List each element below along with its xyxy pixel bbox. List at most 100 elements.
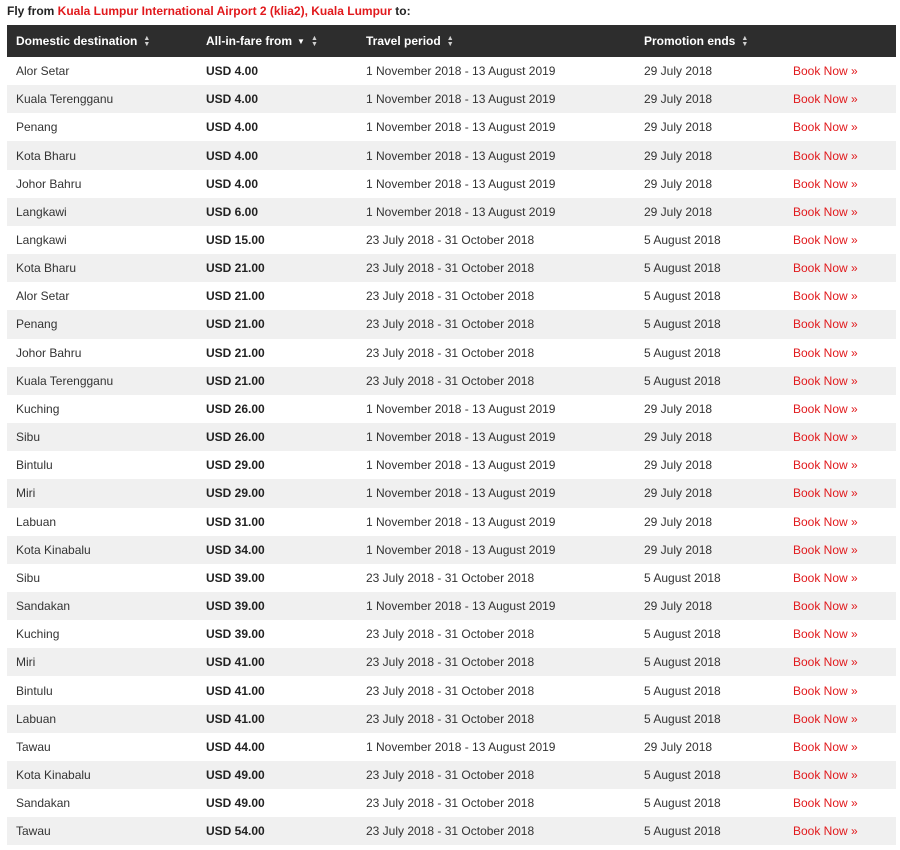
book-now-cell: Book Now » — [784, 676, 896, 704]
promotion-ends-cell: 29 July 2018 — [644, 486, 713, 501]
book-now-link[interactable]: Book Now » — [793, 796, 858, 810]
destination-cell: Sandakan — [16, 796, 71, 811]
book-now-link[interactable]: Book Now » — [793, 627, 858, 641]
book-now-link[interactable]: Book Now » — [793, 374, 858, 388]
heading-suffix: to: — [391, 4, 411, 18]
table-row: Alor Setar USD 21.00 23 July 2018 - 31 Oct… — [7, 282, 896, 311]
destination-cell: Johor Bahru — [16, 345, 82, 360]
book-now-cell: Book Now » — [784, 536, 896, 564]
fare-cell: USD 41.00 — [206, 655, 265, 670]
table-row: Kota Bharu USD 4.00 1 November 2018 - 13 A… — [7, 141, 896, 170]
book-now-link[interactable]: Book Now » — [793, 712, 858, 726]
fare-cell: USD 15.00 — [206, 233, 265, 248]
book-now-link[interactable]: Book Now » — [793, 205, 858, 219]
table-row: Penang USD 21.00 23 July 2018 - 31 October… — [7, 310, 896, 339]
book-now-cell: Book Now » — [784, 339, 896, 367]
heading-prefix: Fly from — [7, 4, 58, 18]
fare-cell: USD 6.00 — [206, 204, 259, 219]
fares-table: Domestic destination ▲ ▼ All-in-fare from ▼… — [7, 25, 896, 846]
book-now-cell: Book Now » — [784, 113, 896, 141]
destination-cell: Johor Bahru — [16, 176, 82, 191]
fare-cell: USD 21.00 — [206, 345, 265, 360]
book-now-cell: Book Now » — [784, 170, 896, 198]
promotion-ends-cell: 5 August 2018 — [644, 767, 721, 782]
book-now-cell: Book Now » — [784, 789, 896, 817]
book-now-link[interactable]: Book Now » — [793, 289, 858, 303]
promotion-ends-cell: 5 August 2018 — [644, 570, 721, 585]
book-now-cell: Book Now » — [784, 564, 896, 592]
table-row: Kuala Terengganu USD 4.00 1 November 2018 … — [7, 85, 896, 114]
book-now-link[interactable]: Book Now » — [793, 177, 858, 191]
destination-cell: Kuching — [16, 401, 60, 416]
origin-airport-link[interactable]: Kuala Lumpur International Airport 2 (kl… — [58, 4, 392, 18]
promotion-ends-cell: 5 August 2018 — [644, 373, 721, 388]
column-header-fare[interactable]: All-in-fare from ▼ ▲ ▼ — [197, 25, 357, 57]
book-now-link[interactable]: Book Now » — [793, 346, 858, 360]
promotion-ends-cell: 29 July 2018 — [644, 514, 713, 529]
book-now-link[interactable]: Book Now » — [793, 430, 858, 444]
travel-period-cell: 23 July 2018 - 31 October 2018 — [366, 345, 535, 360]
book-now-link[interactable]: Book Now » — [793, 655, 858, 669]
column-header-travel-period[interactable]: Travel period ▲ ▼ — [357, 25, 635, 57]
column-header-destination[interactable]: Domestic destination ▲ ▼ — [7, 25, 197, 57]
table-row: Sibu USD 39.00 23 July 2018 - 31 October 2… — [7, 563, 896, 592]
book-now-link[interactable]: Book Now » — [793, 740, 858, 754]
table-row: Johor Bahru USD 21.00 23 July 2018 - 31 Oc… — [7, 338, 896, 367]
fare-cell: USD 39.00 — [206, 627, 265, 642]
book-now-link[interactable]: Book Now » — [793, 515, 858, 529]
fare-cell: USD 39.00 — [206, 599, 265, 614]
book-now-link[interactable]: Book Now » — [793, 824, 858, 838]
fare-cell: USD 21.00 — [206, 317, 265, 332]
book-now-link[interactable]: Book Now » — [793, 684, 858, 698]
book-now-link[interactable]: Book Now » — [793, 92, 858, 106]
table-header-row: Domestic destination ▲ ▼ All-in-fare from ▼… — [7, 25, 896, 57]
book-now-link[interactable]: Book Now » — [793, 543, 858, 557]
book-now-cell: Book Now » — [784, 310, 896, 338]
book-now-link[interactable]: Book Now » — [793, 599, 858, 613]
promotion-ends-cell: 29 July 2018 — [644, 148, 713, 163]
promotion-ends-cell: 5 August 2018 — [644, 711, 721, 726]
fare-cell: USD 4.00 — [206, 120, 259, 135]
travel-period-cell: 23 July 2018 - 31 October 2018 — [366, 261, 535, 276]
book-now-link[interactable]: Book Now » — [793, 149, 858, 163]
book-now-link[interactable]: Book Now » — [793, 458, 858, 472]
book-now-link[interactable]: Book Now » — [793, 64, 858, 78]
table-row: Kota Kinabalu USD 49.00 23 July 2018 - 31 … — [7, 760, 896, 790]
book-now-cell: Book Now » — [784, 395, 896, 423]
book-now-cell: Book Now » — [784, 733, 896, 761]
book-now-cell: Book Now » — [784, 198, 896, 226]
column-header-promotion-ends[interactable]: Promotion ends ▲ ▼ — [635, 25, 784, 57]
caret-down-icon: ▼ — [297, 37, 305, 47]
book-now-link[interactable]: Book Now » — [793, 571, 858, 585]
fare-cell: USD 26.00 — [206, 430, 265, 445]
fare-cell: USD 41.00 — [206, 683, 265, 698]
travel-period-cell: 1 November 2018 - 13 August 2019 — [366, 486, 556, 501]
book-now-link[interactable]: Book Now » — [793, 233, 858, 247]
book-now-link[interactable]: Book Now » — [793, 120, 858, 134]
book-now-cell: Book Now » — [784, 254, 896, 282]
destination-cell: Bintulu — [16, 458, 53, 473]
fare-cell: USD 21.00 — [206, 373, 265, 388]
travel-period-cell: 23 July 2018 - 31 October 2018 — [366, 683, 535, 698]
travel-period-cell: 23 July 2018 - 31 October 2018 — [366, 824, 535, 839]
table-row: Kuching USD 26.00 1 November 2018 - 13 Aug… — [7, 394, 896, 424]
promotion-ends-cell: 29 July 2018 — [644, 430, 713, 445]
destination-cell: Kuching — [16, 627, 60, 642]
book-now-link[interactable]: Book Now » — [793, 402, 858, 416]
promotion-ends-cell: 29 July 2018 — [644, 92, 713, 107]
book-now-link[interactable]: Book Now » — [793, 768, 858, 782]
book-now-link[interactable]: Book Now » — [793, 317, 858, 331]
promotion-ends-cell: 29 July 2018 — [644, 176, 713, 191]
book-now-link[interactable]: Book Now » — [793, 486, 858, 500]
table-row: Langkawi USD 6.00 1 November 2018 - 13 Aug… — [7, 197, 896, 226]
fare-cell: USD 34.00 — [206, 542, 265, 557]
destination-cell: Langkawi — [16, 204, 67, 219]
table-row: Labuan USD 31.00 1 November 2018 - 13 Augu… — [7, 507, 896, 536]
fare-cell: USD 4.00 — [206, 176, 259, 191]
book-now-cell: Book Now » — [784, 451, 896, 479]
book-now-cell: Book Now » — [784, 367, 896, 395]
travel-period-cell: 23 July 2018 - 31 October 2018 — [366, 233, 535, 248]
table-row: Sandakan USD 49.00 23 July 2018 - 31 Octob… — [7, 789, 896, 818]
book-now-link[interactable]: Book Now » — [793, 261, 858, 275]
book-now-cell: Book Now » — [784, 479, 896, 507]
